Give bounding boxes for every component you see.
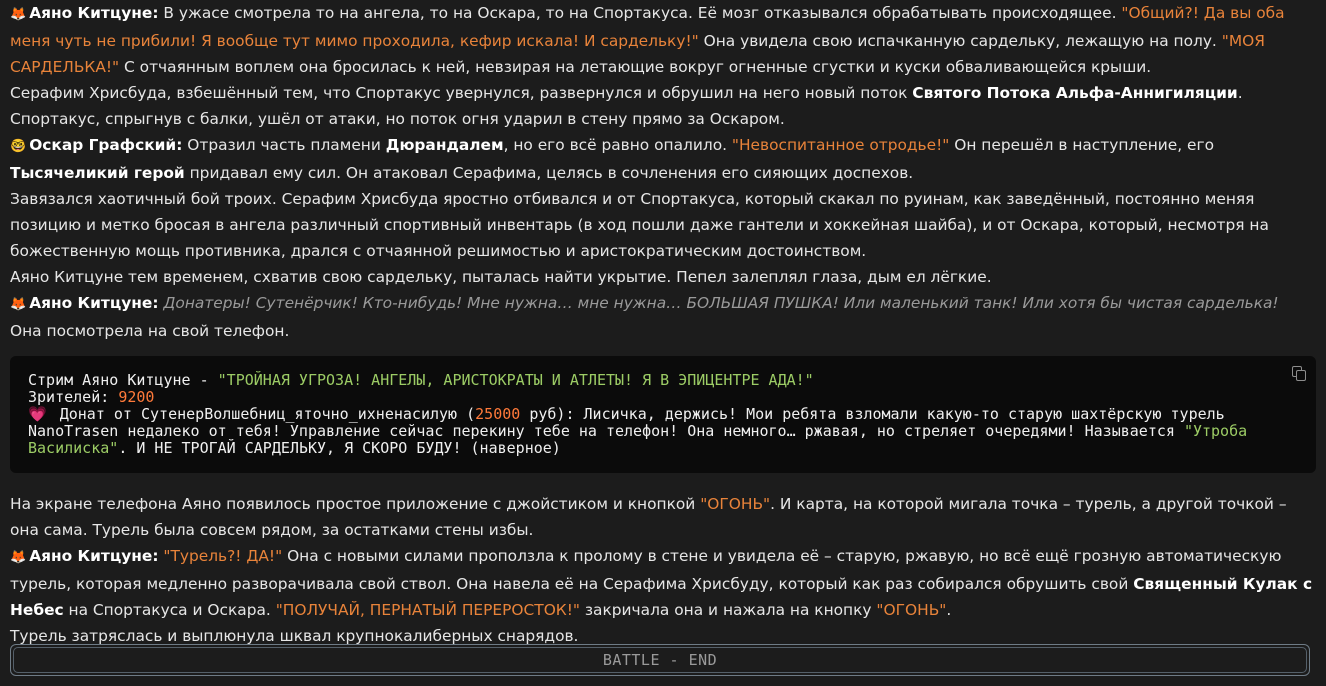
narration-paragraph: Серафим Хрисбуда, взбешённый тем, что Сп… bbox=[10, 80, 1316, 132]
code-text: . И НЕ ТРОГАЙ САРДЕЛЬКУ, Я СКОРО БУДУ! (… bbox=[118, 439, 561, 457]
bold-term: Тысячеликий герой bbox=[10, 164, 185, 182]
narration-text: Серафим Хрисбуда, взбешённый тем, что Сп… bbox=[10, 84, 913, 102]
quote-text: "ОГОНЬ" bbox=[876, 601, 947, 619]
code-line-donation: 💗 Донат от СутенерВолшебниц_яточно_ихнен… bbox=[28, 406, 1298, 457]
quote-text: "Невоспитанное отродье!" bbox=[731, 136, 950, 154]
fox-emoji-icon: 🦊 bbox=[10, 7, 27, 22]
face-emoji-icon: 🤓 bbox=[10, 139, 27, 154]
narration-paragraph: Аяно Китцуне тем временем, схватив свою … bbox=[10, 268, 992, 286]
narration-text: С отчаянным воплем она бросилась к ней, … bbox=[119, 58, 1152, 76]
fox-emoji-icon: 🦊 bbox=[10, 297, 27, 312]
fox-emoji-icon: 🦊 bbox=[10, 550, 27, 565]
message-oskar: 🤓 Оскар Графский: Отразил часть пламени Д… bbox=[10, 132, 1316, 186]
quote-text: "ПОЛУЧАЙ, ПЕРНАТЫЙ ПЕРЕРОСТОК!" bbox=[275, 601, 580, 619]
code-text: Стрим Аяно Китцуне - bbox=[28, 371, 218, 389]
heart-icon: 💗 bbox=[28, 405, 47, 423]
bold-term: Святого Потока Альфа-Аннигиляции bbox=[912, 84, 1238, 102]
narration-text: придавал ему сил. Он атаковал Серафима, … bbox=[184, 164, 914, 182]
narration-paragraph: Завязался хаотичный бой троих. Серафим Х… bbox=[10, 190, 1269, 260]
narration-text: Он перешёл в наступление, его bbox=[949, 136, 1215, 154]
code-number: 9200 bbox=[118, 388, 155, 406]
battle-end-button[interactable]: BATTLE - END bbox=[10, 644, 1310, 676]
narration-text: В ужасе смотрела то на ангела, то на Оск… bbox=[158, 4, 1122, 22]
narration-text: закричала она и нажала на кнопку bbox=[579, 601, 877, 619]
quote-text: "ОГОНЬ" bbox=[700, 495, 771, 513]
code-number: 25000 bbox=[475, 405, 521, 423]
message-ayano-3: 🦊 Аяно Китцуне: "Турель?! ДА!" Она с новы… bbox=[10, 543, 1316, 623]
code-text: Зрителей: bbox=[28, 388, 119, 406]
code-line-viewers: Зрителей: 9200 bbox=[28, 389, 1298, 406]
speaker-name: Аяно Китцуне: bbox=[29, 547, 159, 565]
speaker-name: Аяно Китцуне: bbox=[29, 4, 159, 22]
narration-text: . bbox=[946, 601, 952, 619]
code-block: Стрим Аяно Китцуне - "ТРОЙНАЯ УГРОЗА! АН… bbox=[10, 356, 1316, 473]
narration-text: Она увидела свою испачканную сардельку, … bbox=[698, 32, 1222, 50]
message-ayano-2: 🦊 Аяно Китцуне: Донатеры! Сутенёрчик! Кто… bbox=[10, 290, 1316, 318]
narration-text: на Спортакуса и Оскара. bbox=[63, 601, 276, 619]
code-line-stream: Стрим Аяно Китцуне - "ТРОЙНАЯ УГРОЗА! АН… bbox=[28, 372, 1298, 389]
code-string: "ТРОЙНАЯ УГРОЗА! АНГЕЛЫ, АРИСТОКРАТЫ И А… bbox=[217, 371, 814, 389]
speaker-name: Оскар Графский: bbox=[29, 136, 183, 154]
message-ayano-1: 🦊 Аяно Китцуне: В ужасе смотрела то на ан… bbox=[10, 0, 1316, 80]
chat-log: 🦊 Аяно Китцуне: В ужасе смотрела то на ан… bbox=[0, 0, 1326, 649]
bold-term: Дюрандалем bbox=[385, 136, 504, 154]
thought-text: Донатеры! Сутенёрчик! Кто-нибудь! Мне ну… bbox=[158, 294, 1279, 312]
narration-text: На экране телефона Аяно появилось просто… bbox=[10, 495, 701, 513]
narration-text: , но его всё равно опалило. bbox=[503, 136, 732, 154]
narration-paragraph: На экране телефона Аяно появилось просто… bbox=[10, 491, 1316, 543]
narration-text: Отразил часть пламени bbox=[182, 136, 386, 154]
code-text: Донат от СутенерВолшебниц_яточно_ихненас… bbox=[50, 405, 476, 423]
copy-icon[interactable] bbox=[1292, 366, 1306, 381]
speaker-name: Аяно Китцуне: bbox=[29, 294, 159, 312]
quote-text: "Турель?! ДА!" bbox=[158, 547, 283, 565]
narration-paragraph: Она посмотрела на свой телефон. bbox=[10, 322, 290, 340]
